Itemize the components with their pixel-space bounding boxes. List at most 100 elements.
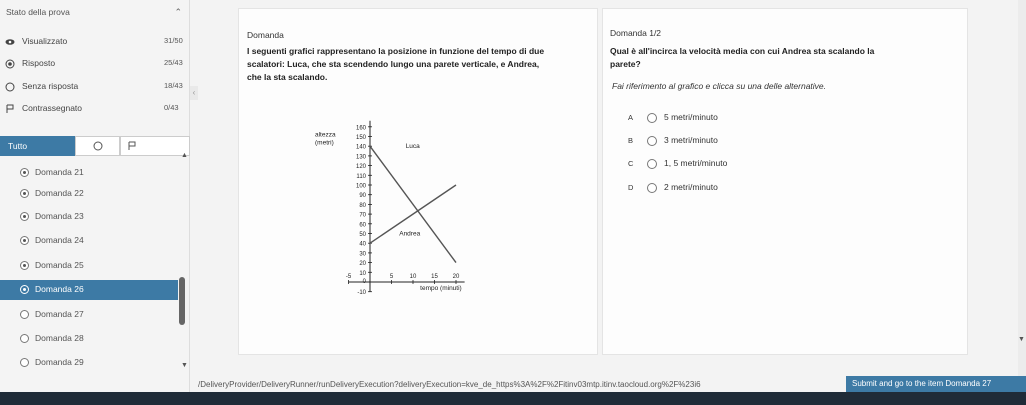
radio-button[interactable] (647, 136, 657, 146)
scroll-down-icon[interactable]: ▼ (1018, 336, 1025, 343)
collapse-sidebar-icon[interactable]: ‹ (190, 86, 198, 100)
y-tick-label: 90 (359, 193, 366, 199)
option-letter: B (628, 136, 634, 145)
option-letter: D (628, 183, 634, 192)
answer-instruction: Fai riferimento al grafico e clicca su u… (612, 81, 827, 91)
option-b[interactable]: B 3 metri/minuto (620, 135, 920, 149)
filter-row: Tutto (0, 136, 190, 156)
stat-count: 25/43 (164, 58, 183, 67)
answered-icon (20, 236, 29, 245)
y-tick-label: 10 (359, 271, 366, 277)
y-tick-label: 120 (356, 164, 367, 170)
submit-button[interactable]: Submit and go to the item Domanda 27 (846, 376, 1026, 392)
sidebar-item-domanda-28[interactable]: Domanda 28 (0, 329, 178, 349)
sidebar-scrollbar[interactable] (179, 277, 185, 325)
answer-title: Domanda 1/2 (610, 28, 662, 38)
stat-label: Senza risposta (22, 81, 79, 91)
taskbar (0, 392, 1026, 405)
radio-button[interactable] (647, 183, 657, 193)
test-status-title: Stato della prova (6, 7, 70, 17)
sidebar: Stato della prova ⌃ Visualizzato 31/50 R… (0, 0, 190, 392)
sidebar-item-label: Domanda 24 (35, 235, 84, 245)
sidebar-item-domanda-24[interactable]: Domanda 24 (0, 231, 178, 251)
answer-question-line-1: Qual è all'incirca la velocità media con… (610, 46, 875, 56)
option-a[interactable]: A 5 metri/minuto (620, 112, 920, 126)
sidebar-item-domanda-22[interactable]: Domanda 22 (0, 184, 178, 204)
stat-flagged: Contrassegnato 0/43 (6, 103, 187, 117)
empty-circle-icon (93, 141, 103, 151)
stat-count: 31/50 (164, 36, 183, 45)
y-tick-label: 150 (356, 135, 367, 141)
sidebar-item-label: Domanda 27 (35, 309, 84, 319)
y-tick-label: 160 (356, 125, 367, 131)
current-icon (20, 285, 29, 294)
sidebar-item-label: Domanda 25 (35, 260, 84, 270)
option-letter: C (628, 159, 634, 168)
question-stem-line-2: scalatori: Luca, che sta scendendo lungo… (247, 59, 540, 69)
eye-icon (5, 39, 15, 45)
test-status-header[interactable]: Stato della prova ⌃ (6, 7, 186, 23)
empty-circle-icon (20, 358, 29, 367)
answered-icon (20, 189, 29, 198)
sidebar-item-label: Domanda 26 (35, 284, 84, 294)
option-d[interactable]: D 2 metri/minuto (620, 182, 920, 196)
stat-count: 18/43 (164, 81, 183, 90)
stat-label: Visualizzato (22, 36, 68, 46)
option-text: 3 metri/minuto (664, 135, 718, 145)
stat-viewed: Visualizzato 31/50 (5, 36, 187, 50)
y-tick-label: 50 (359, 232, 366, 238)
sidebar-item-label: Domanda 29 (35, 357, 84, 367)
series-label: Luca (406, 143, 420, 150)
flag-icon (6, 104, 14, 113)
answered-icon (5, 59, 15, 69)
empty-circle-icon (5, 82, 15, 92)
empty-circle-icon (20, 334, 29, 343)
stat-unanswered: Senza risposta 18/43 (5, 81, 187, 95)
sidebar-item-domanda-29[interactable]: Domanda 29 (0, 353, 178, 373)
filter-flagged-button[interactable] (120, 136, 190, 156)
stat-label: Risposto (22, 58, 56, 68)
chart-svg: -10 10 20 30 40 50 60 70 80 90 100 110 120 130 140 150 1… (315, 120, 465, 296)
stat-answered: Risposto 25/43 (5, 58, 187, 72)
y-axis-label: (metri) (315, 140, 334, 147)
y-tick-label: 100 (356, 184, 367, 190)
filter-all-button[interactable]: Tutto (0, 136, 75, 156)
sidebar-item-domanda-26[interactable]: Domanda 26 (0, 280, 178, 300)
sidebar-item-label: Domanda 23 (35, 211, 84, 221)
flag-icon (128, 141, 136, 150)
y-tick-label: 40 (359, 242, 366, 248)
question-stem-line-3: che la sta scalando. (247, 72, 328, 82)
answer-question-line-2: parete? (610, 59, 641, 69)
y-tick-label: 60 (359, 222, 366, 228)
option-letter: A (628, 113, 634, 122)
sidebar-item-label: Domanda 21 (35, 167, 84, 177)
x-tick-label: -5 (346, 274, 352, 280)
y-tick-label: 80 (359, 203, 366, 209)
sidebar-item-domanda-23[interactable]: Domanda 23 (0, 207, 178, 227)
y-tick-label: 130 (356, 154, 367, 160)
y-tick-label: 140 (356, 145, 367, 151)
chevron-up-icon[interactable]: ⌃ (174, 7, 182, 18)
y-tick-label: 30 (359, 251, 366, 257)
stat-count: 0/43 (164, 103, 179, 112)
status-url: /DeliveryProvider/DeliveryRunner/runDeli… (198, 380, 701, 389)
sidebar-item-domanda-25[interactable]: Domanda 25 (0, 256, 178, 276)
sidebar-item-domanda-27[interactable]: Domanda 27 (0, 305, 178, 325)
radio-button[interactable] (647, 113, 657, 123)
y-tick-label: 20 (359, 261, 366, 267)
option-text: 5 metri/minuto (664, 112, 718, 122)
series-line-luca (369, 145, 457, 264)
scroll-down-icon[interactable]: ▼ (181, 362, 188, 369)
answered-icon (20, 212, 29, 221)
x-tick-label: 15 (431, 274, 438, 280)
page-scrollbar[interactable]: ▼ (1018, 0, 1026, 376)
filter-unanswered-button[interactable] (75, 136, 120, 156)
radio-button[interactable] (647, 159, 657, 169)
scroll-up-icon[interactable]: ▲ (181, 152, 188, 159)
y-tick-label: -10 (357, 290, 366, 296)
x-tick-label: 10 (410, 274, 417, 280)
sidebar-item-domanda-21[interactable]: Domanda 21 (0, 163, 178, 183)
series-label: Andrea (399, 231, 420, 238)
option-c[interactable]: C 1, 5 metri/minuto (620, 158, 920, 172)
answered-icon (20, 168, 29, 177)
